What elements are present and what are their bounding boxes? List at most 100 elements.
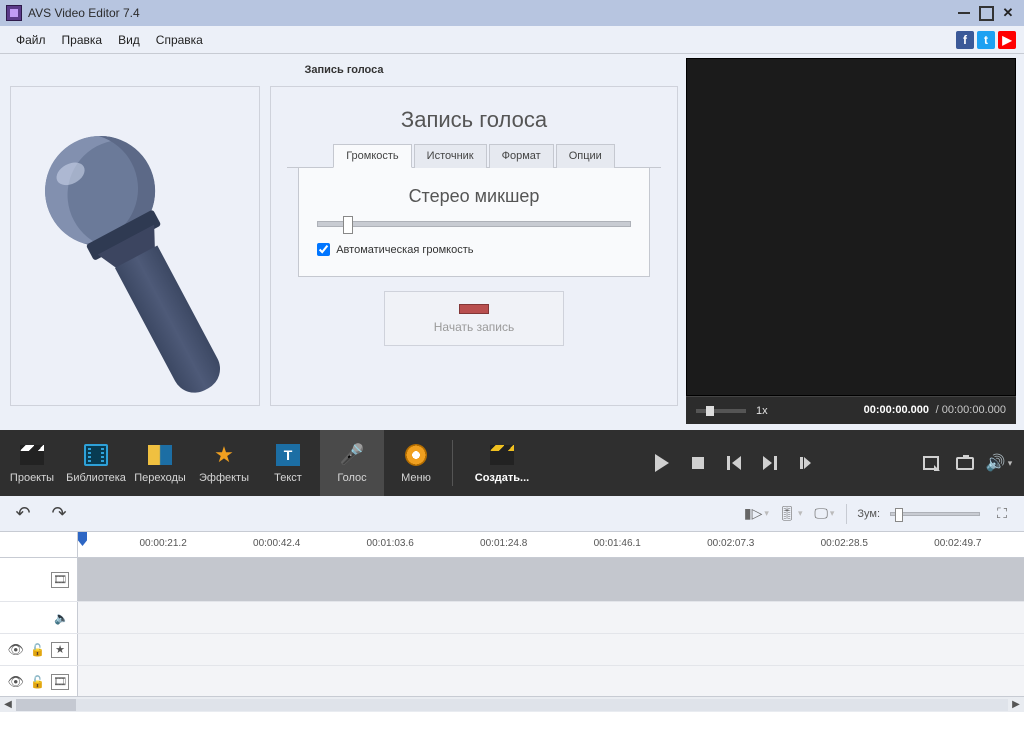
tool-text[interactable]: T Текст xyxy=(256,430,320,496)
tool-create-label: Создать... xyxy=(475,472,529,484)
lock-icon[interactable]: 🔓 xyxy=(30,643,45,657)
track-effects[interactable]: 👁 🔓 ★ xyxy=(0,634,1024,666)
tab-volume-body: Стерео микшер Автоматическая громкость xyxy=(298,168,650,277)
tool-library[interactable]: Библиотека xyxy=(64,430,128,496)
tool-projects-label: Проекты xyxy=(10,472,54,484)
film-icon: 🎞 xyxy=(51,572,69,588)
playback-controls xyxy=(547,430,920,496)
audio-mix-button[interactable]: 🎚▾ xyxy=(778,504,802,524)
tool-effects[interactable]: ★ Эффекты xyxy=(192,430,256,496)
auto-volume-checkbox[interactable] xyxy=(317,243,330,256)
tool-voice[interactable]: 🎤 Голос xyxy=(320,430,384,496)
social-links: f t ▶ xyxy=(956,31,1016,49)
menubar: Файл Правка Вид Справка f t ▶ xyxy=(0,26,1024,54)
facebook-icon[interactable]: f xyxy=(956,31,974,49)
voice-tabs: Громкость Источник Формат Опции xyxy=(287,143,661,168)
eye-icon[interactable]: 👁 xyxy=(8,674,25,690)
start-record-button[interactable]: Начать запись xyxy=(384,291,564,346)
time-ruler[interactable]: 00:00:21.2 00:00:42.4 00:01:03.6 00:01:2… xyxy=(0,532,1024,558)
lock-icon[interactable]: 🔓 xyxy=(30,675,45,689)
scroll-right-button[interactable]: ▶ xyxy=(1008,699,1024,710)
voice-title: Запись голоса xyxy=(401,107,547,133)
tab-options[interactable]: Опции xyxy=(556,144,615,168)
twitter-icon[interactable]: t xyxy=(977,31,995,49)
play-button[interactable] xyxy=(651,452,673,474)
record-indicator-icon xyxy=(459,304,489,314)
zoom-fit-button[interactable]: ⛶ xyxy=(990,504,1014,524)
tool-create[interactable]: Создать... xyxy=(457,430,547,496)
next-frame-button[interactable] xyxy=(759,452,781,474)
track-main-audio[interactable] xyxy=(0,602,1024,634)
eye-icon[interactable]: 👁 xyxy=(8,642,25,658)
stop-button[interactable] xyxy=(687,452,709,474)
tool-voice-label: Голос xyxy=(337,472,366,484)
tab-format[interactable]: Формат xyxy=(489,144,554,168)
panel-header: Запись голоса xyxy=(10,58,678,86)
tool-projects[interactable]: Проекты xyxy=(0,430,64,496)
step-button[interactable] xyxy=(795,452,817,474)
speaker-icon xyxy=(54,610,69,625)
display-button[interactable]: 🖵▾ xyxy=(812,504,836,524)
transitions-icon xyxy=(148,445,172,465)
app-icon xyxy=(6,5,22,21)
timeline-scrollbar[interactable]: ◀ ▶ xyxy=(0,696,1024,712)
scroll-left-button[interactable]: ◀ xyxy=(0,699,16,710)
window-close-button[interactable] xyxy=(998,5,1018,21)
menu-edit[interactable]: Правка xyxy=(54,29,111,51)
prev-frame-button[interactable] xyxy=(723,452,745,474)
menu-help[interactable]: Справка xyxy=(148,29,211,51)
speed-slider[interactable] xyxy=(696,409,746,413)
microphone-icon: 🎤 xyxy=(340,442,365,467)
upper-area: Запись голоса Запись голоса Громкость Ис… xyxy=(0,54,1024,430)
window-minimize-button[interactable] xyxy=(954,5,974,21)
app-title: AVS Video Editor 7.4 xyxy=(28,6,140,20)
menu-file[interactable]: Файл xyxy=(8,29,54,51)
clapboard-produce-icon xyxy=(490,445,514,465)
ruler-body[interactable]: 00:00:21.2 00:00:42.4 00:01:03.6 00:01:2… xyxy=(78,532,1024,557)
star-icon: ★ xyxy=(51,642,69,658)
tool-menu[interactable]: Меню xyxy=(384,430,448,496)
redo-button[interactable]: ↷ xyxy=(46,503,72,525)
tool-transitions-label: Переходы xyxy=(134,472,186,484)
tool-menu-label: Меню xyxy=(401,472,431,484)
disc-icon xyxy=(405,444,427,466)
titlebar: AVS Video Editor 7.4 xyxy=(0,0,1024,26)
video-preview[interactable] xyxy=(686,58,1016,396)
ruler-tick: 00:00:21.2 xyxy=(139,538,186,549)
tab-volume[interactable]: Громкость xyxy=(333,144,411,168)
volume-slider[interactable] xyxy=(317,221,631,227)
film-icon: 🎞 xyxy=(51,674,69,690)
tool-transitions[interactable]: Переходы xyxy=(128,430,192,496)
voice-record-panel: Запись голоса Запись голоса Громкость Ис… xyxy=(0,54,686,430)
playhead-icon[interactable] xyxy=(78,532,87,546)
text-icon: T xyxy=(276,444,300,466)
auto-volume-label: Автоматическая громкость xyxy=(336,244,473,256)
main-toolbar: Проекты Библиотека Переходы ★ Эффекты T … xyxy=(0,430,1024,496)
preview-right-tools: 🔊▾ xyxy=(920,430,1024,496)
star-icon: ★ xyxy=(214,442,234,468)
tool-library-label: Библиотека xyxy=(66,472,126,484)
tool-effects-label: Эффекты xyxy=(199,472,249,484)
time-current: 00:00:00.000 xyxy=(864,404,929,416)
timeline-toolbar: ↶ ↷ ▮▷▾ 🎚▾ 🖵▾ Зум: ⛶ xyxy=(0,496,1024,532)
youtube-icon[interactable]: ▶ xyxy=(998,31,1016,49)
snapshot-button[interactable] xyxy=(954,452,976,474)
ruler-tick: 00:01:46.1 xyxy=(594,538,641,549)
ruler-tick: 00:01:03.6 xyxy=(367,538,414,549)
ruler-tick: 00:02:28.5 xyxy=(821,538,868,549)
menu-view[interactable]: Вид xyxy=(110,29,148,51)
track-main-video[interactable]: 🎞 xyxy=(0,558,1024,602)
fullscreen-button[interactable] xyxy=(920,452,942,474)
zoom-slider[interactable] xyxy=(890,512,980,516)
volume-button[interactable]: 🔊▾ xyxy=(988,452,1010,474)
window-maximize-button[interactable] xyxy=(976,5,996,21)
tab-source[interactable]: Источник xyxy=(414,144,487,168)
time-total: 00:00:00.000 xyxy=(942,404,1006,416)
scroll-handle[interactable] xyxy=(16,699,76,711)
playback-speed: 1x xyxy=(756,405,768,417)
split-button[interactable]: ▮▷▾ xyxy=(744,504,768,524)
track-overlay-audio[interactable]: 👁 🔓 🎞 xyxy=(0,666,1024,696)
undo-button[interactable]: ↶ xyxy=(10,503,36,525)
auto-volume-row[interactable]: Автоматическая громкость xyxy=(317,243,473,256)
film-icon xyxy=(84,444,108,466)
